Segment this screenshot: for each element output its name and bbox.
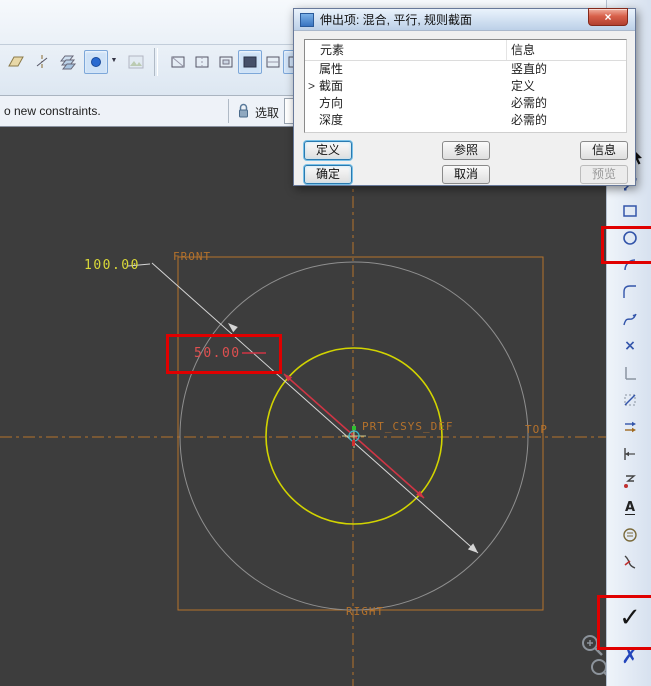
point-tool-button[interactable] — [84, 50, 108, 74]
define-button[interactable]: 定义 — [304, 141, 352, 160]
shaded-icon — [241, 53, 259, 71]
csys-label[interactable]: PRT_CSYS_DEF — [362, 420, 453, 433]
palette-icon — [621, 526, 639, 544]
preview-button: 预览 — [580, 165, 628, 184]
offset-tool-button[interactable] — [615, 414, 645, 440]
csys-icon — [621, 364, 639, 382]
point-x-icon: × — [624, 338, 636, 354]
diagonal-line-entity[interactable] — [152, 263, 478, 553]
trim-icon — [621, 553, 639, 571]
blend-feature-dialog: 伸出项: 混合, 平行, 规则截面 × 元素 信息 属性 竖直的 > 截面 定义… — [293, 8, 636, 186]
table-header: 元素 信息 — [305, 40, 626, 61]
header-info: 信息 — [507, 40, 626, 60]
header-element: 元素 — [305, 40, 507, 60]
modify-tool-button[interactable] — [615, 468, 645, 494]
spline-icon — [621, 310, 639, 328]
dimension-tool-button[interactable] — [615, 441, 645, 467]
use-edge-icon — [621, 391, 639, 409]
close-button[interactable]: × — [588, 8, 628, 26]
dialog-title: 伸出项: 混合, 平行, 规则截面 — [320, 11, 472, 28]
select-dialog-title: 选取 — [255, 104, 279, 121]
text-a-icon: A — [625, 501, 635, 515]
annotation-box-done-button — [597, 595, 651, 650]
offset-icon — [621, 418, 639, 436]
datum-axis-button[interactable] — [30, 50, 54, 74]
display-toggle-2-button[interactable] — [190, 50, 214, 74]
datum-plane-button[interactable] — [4, 50, 28, 74]
display-toggle-3-button[interactable] — [214, 50, 238, 74]
toolbar-separator — [154, 48, 158, 76]
sketch-boundary-rect[interactable] — [178, 257, 543, 610]
text-tool-button[interactable]: A — [615, 495, 645, 521]
display-toggle-1-button[interactable] — [166, 50, 190, 74]
table-row-current[interactable]: > 截面 定义 — [305, 78, 626, 95]
top-plane-label[interactable]: TOP — [525, 423, 548, 436]
no-hidden-icon — [217, 53, 235, 71]
dialog-titlebar[interactable]: 伸出项: 混合, 平行, 规则截面 × — [294, 9, 635, 31]
image-button[interactable] — [124, 50, 148, 74]
info-button[interactable]: 信息 — [580, 141, 628, 160]
ok-button[interactable]: 确定 — [304, 165, 352, 184]
annotation-box-circle-tool — [601, 226, 651, 264]
cancel-button[interactable]: 取消 — [442, 165, 490, 184]
table-row[interactable]: 方向 必需的 — [305, 95, 626, 112]
display-toggle-4-button[interactable] — [261, 50, 285, 74]
use-edge-tool-button[interactable] — [615, 387, 645, 413]
table-row[interactable]: 深度 必需的 — [305, 112, 626, 129]
trim-tool-button[interactable] — [615, 549, 645, 575]
point-icon — [87, 53, 105, 71]
dimension-icon — [621, 445, 639, 463]
image-icon — [127, 53, 145, 71]
hidden-line-icon — [193, 53, 211, 71]
fillet-tool-button[interactable] — [615, 279, 645, 305]
refs-button[interactable]: 参照 — [442, 141, 490, 160]
current-row-marker: > — [305, 78, 319, 95]
wireframe-icon — [169, 53, 187, 71]
point-tool-button-sk[interactable]: × — [615, 333, 645, 359]
annotation-box-dimension-50 — [166, 334, 282, 374]
element-table: 元素 信息 属性 竖直的 > 截面 定义 方向 必需的 深度 必需的 — [304, 39, 627, 133]
graphics-area[interactable]: 100.00 50.00 FRONT TOP RIGHT PRT_CSYS_DE… — [0, 127, 606, 686]
table-row[interactable]: 属性 竖直的 — [305, 61, 626, 78]
rectangle-tool-button[interactable] — [615, 198, 645, 224]
right-plane-label[interactable]: RIGHT — [346, 605, 384, 618]
front-plane-label[interactable]: FRONT — [173, 250, 211, 263]
sketch-stack-icon — [59, 53, 77, 71]
palette-tool-button[interactable] — [615, 522, 645, 548]
datum-axis-icon — [33, 53, 51, 71]
status-separator — [228, 99, 229, 123]
datum-display-icon — [264, 53, 282, 71]
display-style-active-button[interactable] — [238, 50, 262, 74]
dimension-100[interactable]: 100.00 — [84, 258, 140, 273]
spline-tool-button[interactable] — [615, 306, 645, 332]
pan-tool-icon[interactable] — [592, 660, 606, 679]
dialog-window-icon — [300, 13, 314, 27]
diagonal-arrowhead-mid — [228, 323, 238, 332]
filter-lock-icon[interactable] — [236, 102, 252, 120]
rectangle-icon — [621, 202, 639, 220]
fillet-icon — [621, 283, 639, 301]
csys-tool-button[interactable] — [615, 360, 645, 386]
point-dropdown-arrow[interactable]: ▼ — [109, 57, 119, 64]
message-text: o new constraints. — [4, 104, 101, 118]
app-window: ▼ — [0, 0, 651, 686]
datum-plane-icon — [7, 53, 25, 71]
sketch-stack-button[interactable] — [56, 50, 80, 74]
modify-icon — [621, 472, 639, 490]
